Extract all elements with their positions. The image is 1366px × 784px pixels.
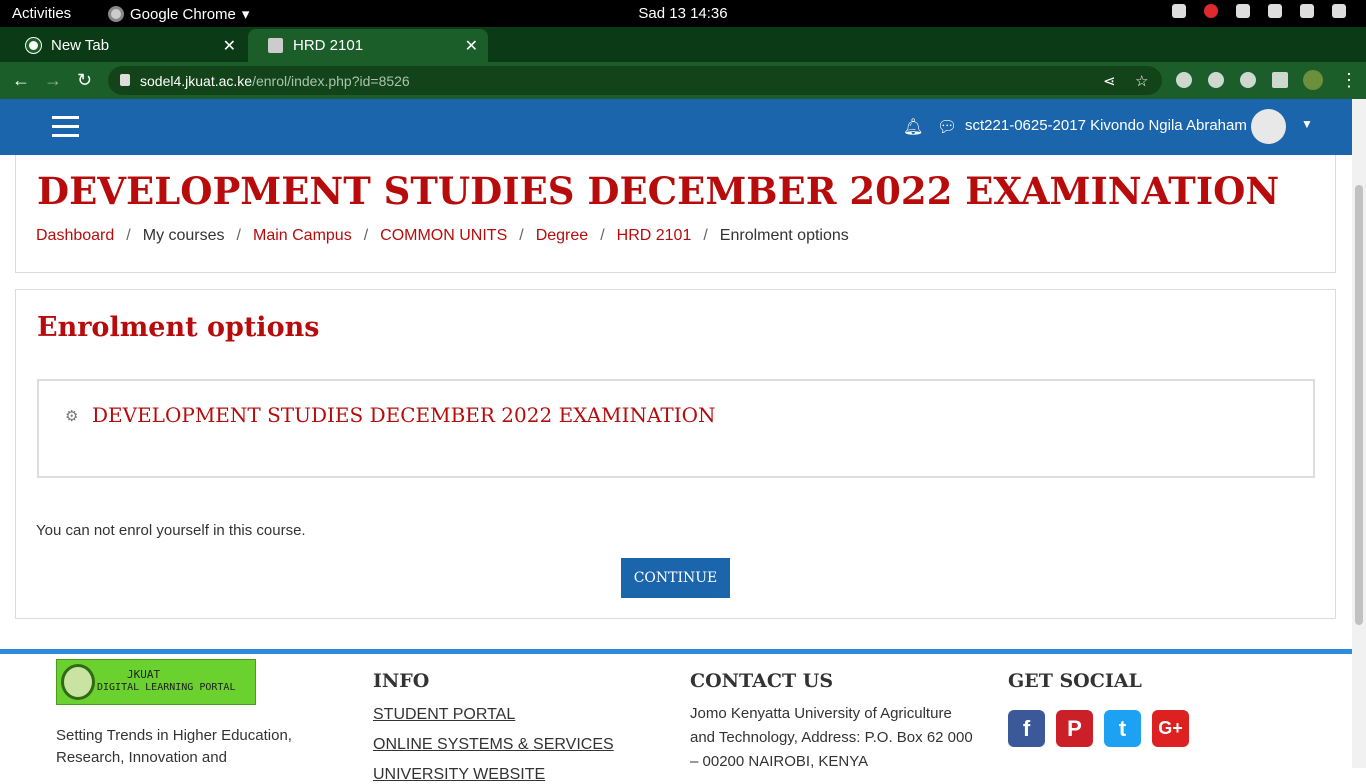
address-toolbar: ← → ↻ sodel4.jkuat.ac.ke/enrol/index.php… xyxy=(0,62,1366,99)
breadcrumb-enrolment-options: Enrolment options xyxy=(719,227,849,244)
close-icon[interactable]: ✕ xyxy=(465,36,478,56)
student-portal-link[interactable]: STUDENT PORTAL xyxy=(373,706,515,724)
extension-icon[interactable] xyxy=(1176,72,1192,88)
address-bar[interactable]: sodel4.jkuat.ac.ke/enrol/index.php?id=85… xyxy=(108,66,1162,95)
info-heading: INFO xyxy=(373,670,430,692)
continue-button[interactable]: CONTINUE xyxy=(621,558,730,598)
back-button[interactable]: ← xyxy=(12,70,30,91)
scrollbar-thumb[interactable] xyxy=(1355,185,1363,625)
contact-heading: CONTACT US xyxy=(690,670,834,692)
tab-strip: New Tab ✕ HRD 2101 ✕ + ⌄ — ❐ ✕ xyxy=(0,27,1366,83)
volume-icon xyxy=(1268,4,1282,18)
tab-new-tab[interactable]: New Tab ✕ xyxy=(6,29,246,62)
university-website-link[interactable]: UNIVERSITY WEBSITE xyxy=(373,766,545,784)
chrome-icon xyxy=(26,38,41,53)
breadcrumb-hrd-2101[interactable]: HRD 2101 xyxy=(617,227,692,245)
extension-icon[interactable] xyxy=(1208,72,1224,88)
side-panel-icon[interactable] xyxy=(1272,72,1288,88)
online-systems-link[interactable]: ONLINE SYSTEMS & SERVICES xyxy=(373,736,614,754)
social-heading: GET SOCIAL xyxy=(1008,670,1142,692)
system-top-bar: Activities Google Chrome ▾ Sad 13 14:36 xyxy=(0,0,1366,27)
breadcrumb-degree[interactable]: Degree xyxy=(536,227,588,245)
hamburger-icon[interactable] xyxy=(52,116,79,137)
close-icon[interactable]: ✕ xyxy=(223,36,236,56)
twitter-icon[interactable]: t xyxy=(1104,710,1141,747)
enrolment-card: Enrolment options ⚙︎ DEVELOPMENT STUDIES… xyxy=(15,289,1336,619)
course-icon: ⚙︎ xyxy=(65,408,79,425)
scrollbar[interactable] xyxy=(1352,99,1366,768)
section-title: Enrolment options xyxy=(37,312,320,343)
chevron-down-icon[interactable]: ▼ xyxy=(1301,117,1313,131)
jkuat-logo[interactable]: JKUAT DIGITAL LEARNING PORTAL xyxy=(56,659,256,705)
user-name[interactable]: sct221-0625-2017 Kivondo Ngila Abraham xyxy=(965,117,1247,134)
course-name-link[interactable]: DEVELOPMENT STUDIES DECEMBER 2022 EXAMIN… xyxy=(92,403,716,427)
site-header: 🔔︎ 💬︎ sct221-0625-2017 Kivondo Ngila Abr… xyxy=(0,99,1352,155)
page-title: DEVELOPMENT STUDIES DECEMBER 2022 EXAMIN… xyxy=(37,169,1280,213)
forward-button[interactable]: → xyxy=(44,70,62,91)
course-box: ⚙︎ DEVELOPMENT STUDIES DECEMBER 2022 EXA… xyxy=(37,379,1315,478)
menu-icon[interactable]: ⋮ xyxy=(1340,70,1358,91)
profile-avatar[interactable] xyxy=(1303,70,1323,90)
enrol-notice: You can not enrol yourself in this cours… xyxy=(36,522,306,539)
system-tray[interactable] xyxy=(1172,4,1346,18)
breadcrumb-main-campus[interactable]: Main Campus xyxy=(253,227,352,245)
breadcrumb-my-courses: My courses xyxy=(142,227,225,244)
pinterest-icon[interactable]: P xyxy=(1056,710,1093,747)
wifi-icon xyxy=(1236,4,1250,18)
breadcrumb: Dashboard / My courses / Main Campus / COMM… xyxy=(36,227,849,245)
tagline: Setting Trends in Higher Education, Rese… xyxy=(56,727,292,766)
avatar[interactable] xyxy=(1251,109,1286,144)
slack-icon xyxy=(1172,4,1186,18)
chat-icon[interactable]: 💬︎ xyxy=(937,117,957,137)
battery-icon xyxy=(1300,4,1314,18)
clock[interactable]: Sad 13 14:36 xyxy=(0,5,1366,22)
google-plus-icon[interactable]: G+ xyxy=(1152,710,1189,747)
do-not-disturb-icon xyxy=(1204,4,1218,18)
share-icon[interactable]: ⋖ xyxy=(1103,72,1116,90)
jkuat-seal-icon xyxy=(61,664,95,700)
puzzle-icon[interactable] xyxy=(1240,72,1256,88)
page-header-card: DEVELOPMENT STUDIES DECEMBER 2022 EXAMIN… xyxy=(15,155,1336,273)
site-favicon-icon xyxy=(268,38,283,53)
bookmark-star-icon[interactable]: ☆ xyxy=(1135,72,1148,90)
breadcrumb-dashboard[interactable]: Dashboard xyxy=(36,227,114,245)
power-icon xyxy=(1332,4,1346,18)
site-footer: JKUAT DIGITAL LEARNING PORTAL Setting Tr… xyxy=(0,649,1352,783)
facebook-icon[interactable]: f xyxy=(1008,710,1045,747)
contact-text: Jomo Kenyatta University of Agriculture … xyxy=(690,705,973,770)
bell-icon[interactable]: 🔔︎ xyxy=(903,117,923,137)
tab-hrd-2101[interactable]: HRD 2101 ✕ xyxy=(248,29,488,62)
reload-button[interactable]: ↻ xyxy=(77,70,92,91)
lock-icon xyxy=(120,74,130,86)
breadcrumb-common-units[interactable]: COMMON UNITS xyxy=(380,227,507,245)
